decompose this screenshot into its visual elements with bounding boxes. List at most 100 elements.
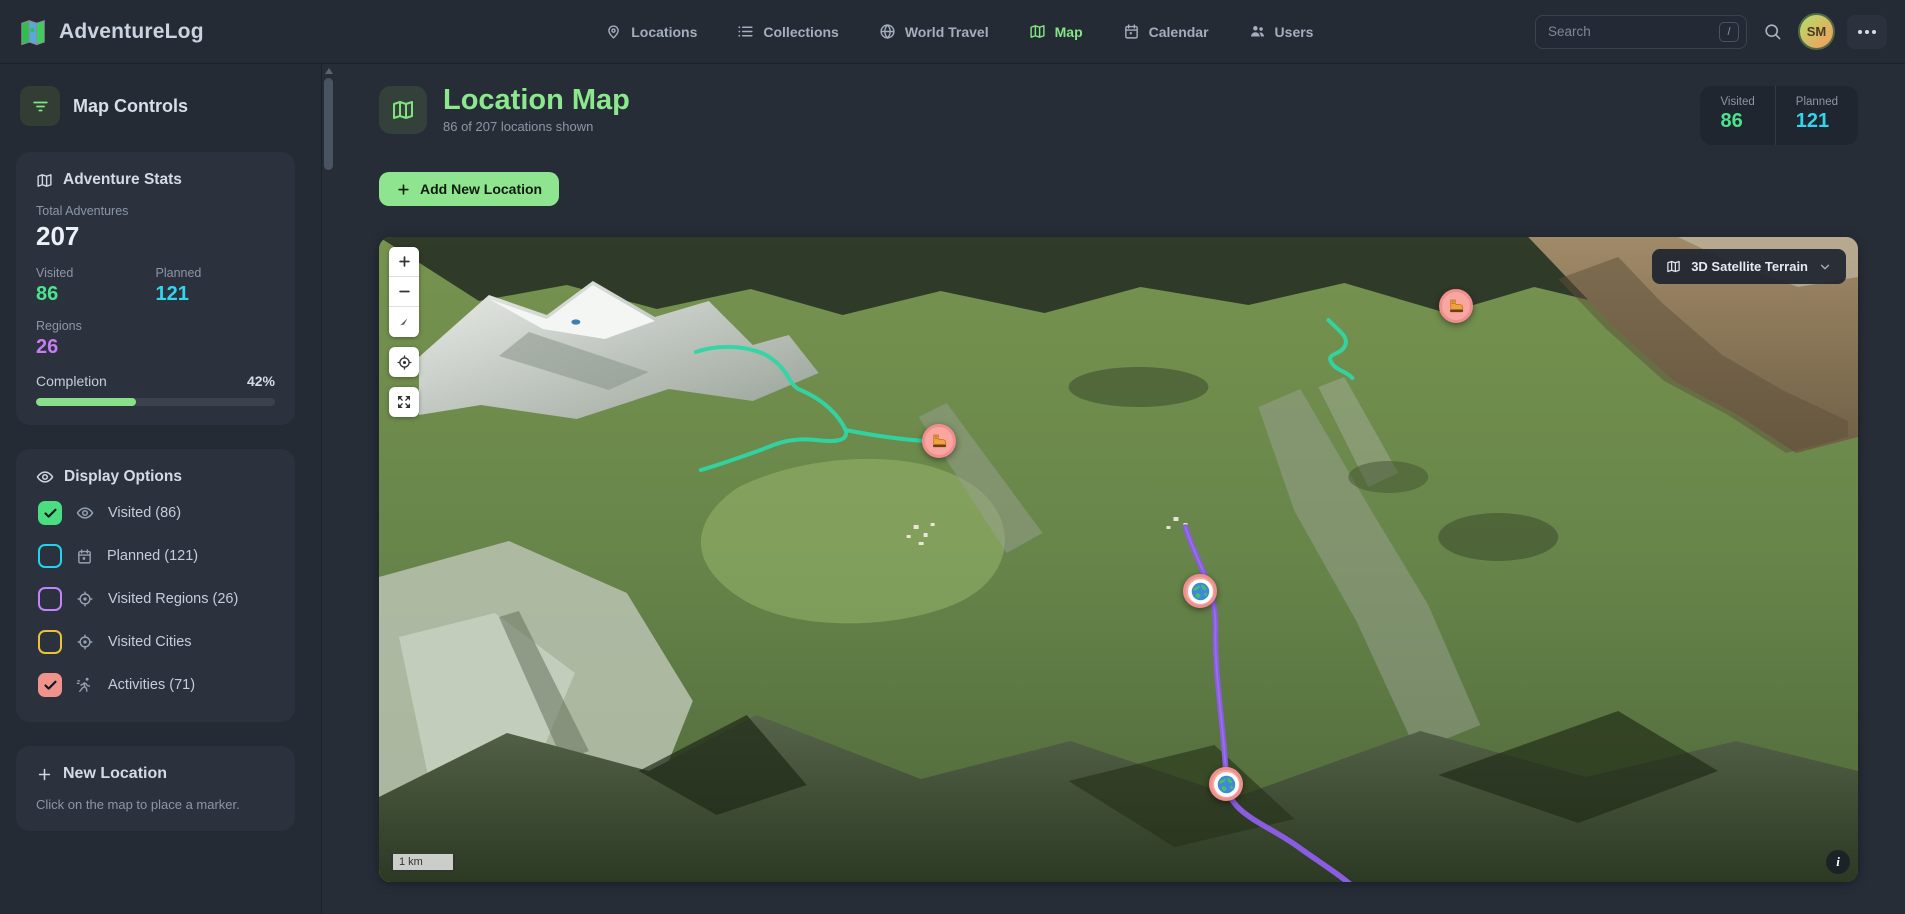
planned-checkbox[interactable]: [38, 544, 62, 568]
scroll-up-arrow[interactable]: [325, 68, 333, 74]
search-shortcut-badge: /: [1719, 22, 1739, 42]
add-button-label: Add New Location: [420, 181, 542, 197]
zoom-in-button[interactable]: [389, 247, 419, 277]
marker-hiking-center-left[interactable]: [922, 424, 956, 458]
filter-icon[interactable]: [20, 86, 60, 126]
map-style-selector[interactable]: 3D Satellite Terrain: [1652, 249, 1846, 284]
nav-item-world-travel[interactable]: World Travel: [866, 15, 1002, 48]
overflow-menu-button[interactable]: [1847, 15, 1887, 49]
map-canvas[interactable]: 3D Satellite Terrain 1 km: [379, 237, 1858, 882]
completion-progress: [36, 398, 275, 406]
target-icon: [76, 633, 94, 651]
map-icon: [1666, 259, 1681, 274]
map-style-label: 3D Satellite Terrain: [1691, 259, 1808, 274]
search-input[interactable]: [1535, 15, 1747, 49]
nav-label: Locations: [631, 24, 697, 40]
regions-value: 26: [36, 336, 275, 359]
terrain-3d-satellite[interactable]: [379, 237, 1858, 882]
fullscreen-button[interactable]: [389, 387, 419, 417]
runner-icon: [76, 676, 94, 694]
nav-item-users[interactable]: Users: [1236, 15, 1327, 48]
adventure-stats-title: Adventure Stats: [63, 171, 182, 189]
adventure-stats-card: Adventure Stats Total Adventures 207 Vis…: [16, 152, 295, 425]
regions-label: Regions: [36, 319, 275, 333]
search-wrap: /: [1535, 15, 1747, 49]
hiking-boot-icon: [930, 432, 948, 450]
top-navbar: AdventureLog Locations Collections World…: [0, 0, 1905, 64]
option-label: Activities (71): [108, 677, 195, 693]
header-planned-value: 121: [1796, 110, 1838, 133]
completion-value: 42%: [247, 373, 275, 389]
search-icon: [1763, 22, 1782, 41]
nav-item-collections[interactable]: Collections: [724, 15, 851, 48]
nav-item-calendar[interactable]: Calendar: [1110, 15, 1222, 48]
map-scale: 1 km: [391, 854, 455, 872]
globe-icon: [1216, 774, 1237, 795]
marker-globe-lower-right[interactable]: [1209, 767, 1243, 801]
new-location-title: New Location: [63, 765, 167, 783]
visited-checkbox[interactable]: [38, 501, 62, 525]
display-options-header: Display Options: [36, 468, 275, 486]
scrollbar-thumb[interactable]: [324, 78, 333, 170]
option-visited[interactable]: Visited (86): [38, 501, 275, 525]
page-title: Location Map: [443, 85, 630, 115]
globe-icon: [1190, 581, 1211, 602]
sidebar-header: Map Controls: [20, 86, 295, 126]
nav-label: Calendar: [1149, 24, 1209, 40]
header-visited-label: Visited: [1720, 96, 1754, 108]
activities-checkbox[interactable]: [38, 673, 62, 697]
option-label: Visited (86): [108, 505, 181, 521]
completion-progress-fill: [36, 398, 136, 406]
geolocate-button[interactable]: [389, 347, 419, 377]
zoom-out-button[interactable]: [389, 277, 419, 307]
adventurelog-logo-icon: [18, 17, 48, 47]
search-button[interactable]: [1759, 18, 1786, 45]
option-visited-cities[interactable]: Visited Cities: [38, 630, 275, 654]
marker-ring: [1188, 579, 1213, 604]
calendar-icon: [76, 548, 93, 565]
nav-label: World Travel: [905, 24, 989, 40]
chevron-down-icon: [1818, 260, 1832, 274]
eye-icon: [76, 504, 94, 522]
compass-button[interactable]: [389, 307, 419, 337]
option-visited-regions[interactable]: Visited Regions (26): [38, 587, 275, 611]
completion-label: Completion: [36, 373, 107, 389]
map-icon: [36, 172, 53, 189]
adventure-stats-header: Adventure Stats: [36, 171, 275, 189]
option-activities[interactable]: Activities (71): [38, 673, 275, 697]
total-adventures-label: Total Adventures: [36, 204, 275, 218]
marker-hiking-upper-right[interactable]: [1439, 289, 1473, 323]
hiking-boot-icon: [1447, 297, 1465, 315]
add-new-location-button[interactable]: Add New Location: [379, 172, 559, 206]
attribution-info-button[interactable]: i: [1826, 850, 1850, 874]
option-label: Planned (121): [107, 548, 198, 564]
eye-icon: [36, 468, 54, 486]
main-navigation: Locations Collections World Travel Map C…: [592, 15, 1326, 48]
visited-regions-checkbox[interactable]: [38, 587, 62, 611]
planned-value: 121: [156, 283, 276, 306]
ellipsis-icon: [1858, 30, 1876, 34]
navbar-right: / SM: [1535, 13, 1887, 50]
new-location-card: New Location Click on the map to place a…: [16, 746, 295, 831]
nav-item-locations[interactable]: Locations: [592, 15, 710, 48]
new-location-hint: Click on the map to place a marker.: [36, 797, 275, 812]
option-planned[interactable]: Planned (121): [38, 544, 275, 568]
header-planned-label: Planned: [1796, 96, 1838, 108]
visited-label: Visited: [36, 266, 156, 280]
calendar-icon: [1123, 23, 1140, 40]
nav-label: Map: [1055, 24, 1083, 40]
nav-label: Collections: [763, 24, 838, 40]
visited-value: 86: [36, 283, 156, 306]
total-adventures-value: 207: [36, 221, 275, 252]
nav-item-map[interactable]: Map: [1016, 15, 1096, 48]
avatar[interactable]: SM: [1798, 13, 1835, 50]
display-options-card: Display Options Visited (86) Planned (12…: [16, 449, 295, 722]
visited-cities-checkbox[interactable]: [38, 630, 62, 654]
brand[interactable]: AdventureLog: [18, 17, 488, 47]
plus-icon: [396, 182, 411, 197]
pin-icon: [605, 23, 622, 40]
vertical-scrollbar[interactable]: [322, 64, 335, 914]
map-icon: [1029, 23, 1046, 40]
marker-globe-center-right[interactable]: [1183, 574, 1217, 608]
header-stats: Visited 86 Planned 121: [1700, 86, 1858, 145]
